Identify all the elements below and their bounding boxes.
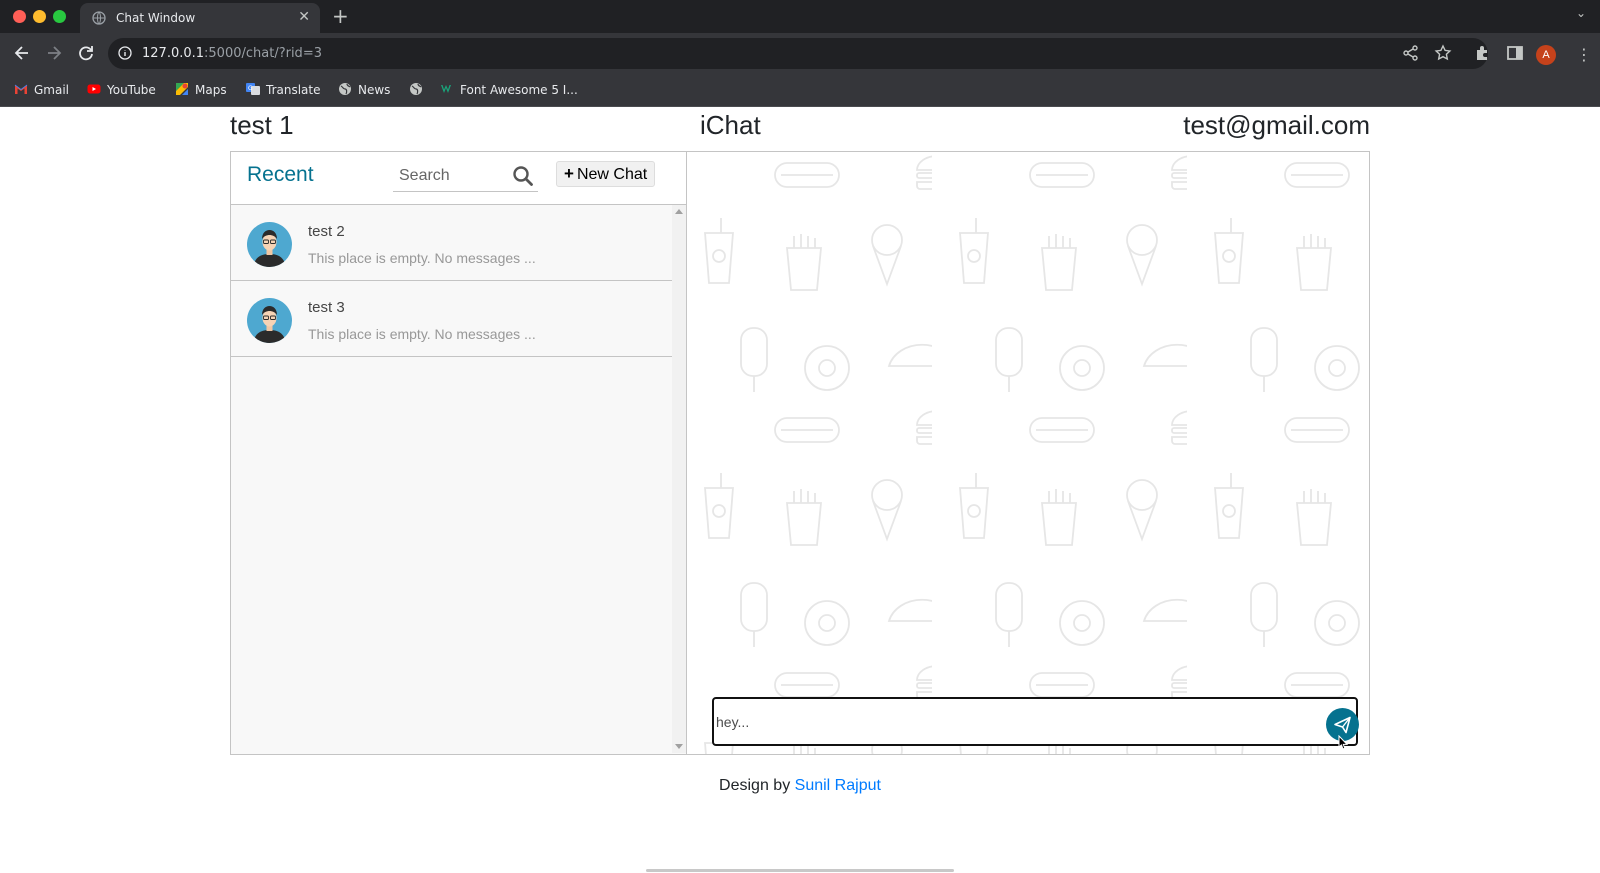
user-avatar-icon xyxy=(247,222,292,267)
bookmark-label: News xyxy=(358,83,391,97)
back-arrow-icon[interactable] xyxy=(12,43,32,63)
page-scroll-indicator xyxy=(646,869,954,872)
side-panel-icon[interactable] xyxy=(1506,44,1524,62)
page-footer: Design by Sunil Rajput xyxy=(0,777,1600,795)
bookmark-label: Font Awesome 5 I... xyxy=(460,83,578,97)
food-pattern-background xyxy=(687,152,1369,754)
author-link[interactable]: Sunil Rajput xyxy=(795,777,881,794)
bookmark-font-awesome[interactable]: Font Awesome 5 I... xyxy=(440,82,578,100)
scroll-down-arrow-icon[interactable] xyxy=(675,744,683,749)
bookmarks-bar: Gmail YouTube Maps G Translate News Font… xyxy=(0,74,1600,107)
bookmark-translate[interactable]: G Translate xyxy=(246,82,321,100)
address-bar[interactable]: 127.0.0.1:5000/chat/?rid=3 xyxy=(108,38,1488,69)
recent-heading: Recent xyxy=(247,163,314,186)
current-username: test 1 xyxy=(230,110,294,140)
maps-icon xyxy=(176,83,188,95)
globe-icon xyxy=(410,83,422,95)
bookmark-label: Translate xyxy=(266,83,321,97)
bookmark-maps[interactable]: Maps xyxy=(175,82,227,100)
url-path: :5000/chat/?rid=3 xyxy=(204,46,322,61)
browser-toolbar: 127.0.0.1:5000/chat/?rid=3 xyxy=(0,33,1600,74)
chat-list-scrollbar[interactable] xyxy=(672,205,686,753)
bookmark-untitled[interactable] xyxy=(409,82,429,100)
sidebar-header: Recent +New Chat xyxy=(231,152,686,205)
bookmark-label: Gmail xyxy=(34,83,70,97)
message-pane xyxy=(687,152,1369,754)
chat-last-message: This place is empty. No messages ... xyxy=(308,326,536,342)
globe-icon xyxy=(92,11,106,25)
tab-close-icon[interactable]: ✕ xyxy=(298,9,310,25)
bookmark-news[interactable]: News xyxy=(338,82,390,100)
browser-tab[interactable]: Chat Window ✕ xyxy=(80,3,320,33)
browser-menu-icon[interactable]: ⋮ xyxy=(1576,45,1592,64)
footer-credit-prefix: Design by xyxy=(719,777,791,794)
site-info-icon[interactable] xyxy=(118,46,132,60)
bookmark-label: YouTube xyxy=(107,83,156,97)
url-host: 127.0.0.1 xyxy=(142,46,205,61)
new-chat-button[interactable]: + New Chat xyxy=(556,161,656,187)
profile-avatar[interactable]: A xyxy=(1536,45,1556,65)
chat-list: test 2 This place is empty. No messages … xyxy=(231,205,686,753)
mouse-pointer-icon xyxy=(1338,735,1349,750)
window-close-button[interactable] xyxy=(13,10,26,23)
url-text: 127.0.0.1:5000/chat/?rid=3 xyxy=(142,46,322,61)
translate-icon: G xyxy=(246,83,260,95)
gmail-icon xyxy=(14,84,28,94)
app-brand-title: iChat xyxy=(700,110,761,140)
youtube-icon xyxy=(87,84,101,94)
tab-search-chevron-icon[interactable]: ⌄ xyxy=(1576,6,1586,20)
scroll-up-arrow-icon[interactable] xyxy=(675,209,683,214)
message-input[interactable] xyxy=(716,705,1306,738)
browser-tabstrip: Chat Window ✕ + ⌄ xyxy=(0,0,1600,33)
search-bar xyxy=(393,161,538,192)
forward-arrow-icon[interactable] xyxy=(44,43,64,63)
svg-text:G: G xyxy=(248,85,253,92)
bookmark-label: Maps xyxy=(195,83,227,97)
message-composer xyxy=(712,697,1359,746)
share-icon[interactable] xyxy=(1402,44,1420,62)
globe-icon xyxy=(339,83,351,95)
plus-icon: + xyxy=(564,164,574,183)
current-user-email: test@gmail.com xyxy=(1183,110,1370,140)
new-chat-label: New Chat xyxy=(576,166,648,183)
tab-title: Chat Window xyxy=(116,11,196,25)
bookmark-gmail[interactable]: Gmail xyxy=(14,82,69,100)
chat-list-item[interactable]: test 2 This place is empty. No messages … xyxy=(231,205,672,281)
chat-last-message: This place is empty. No messages ... xyxy=(308,250,536,266)
chat-contact-name: test 3 xyxy=(308,299,345,316)
window-minimize-button[interactable] xyxy=(33,10,46,23)
chat-contact-name: test 2 xyxy=(308,223,345,240)
extensions-puzzle-icon[interactable] xyxy=(1474,44,1492,62)
new-tab-icon[interactable]: + xyxy=(332,4,349,28)
font-awesome-icon xyxy=(441,85,451,93)
bookmark-youtube[interactable]: YouTube xyxy=(87,82,156,100)
user-avatar-icon xyxy=(247,298,292,343)
bookmark-star-icon[interactable] xyxy=(1434,44,1452,62)
chat-window: Recent +New Chat xyxy=(230,151,1370,755)
reload-icon[interactable] xyxy=(76,43,96,63)
search-icon[interactable] xyxy=(511,164,535,188)
chat-list-item[interactable]: test 3 This place is empty. No messages … xyxy=(231,281,672,357)
window-maximize-button[interactable] xyxy=(53,10,66,23)
inbox-sidebar: Recent +New Chat xyxy=(231,152,687,754)
search-input[interactable] xyxy=(393,163,505,189)
